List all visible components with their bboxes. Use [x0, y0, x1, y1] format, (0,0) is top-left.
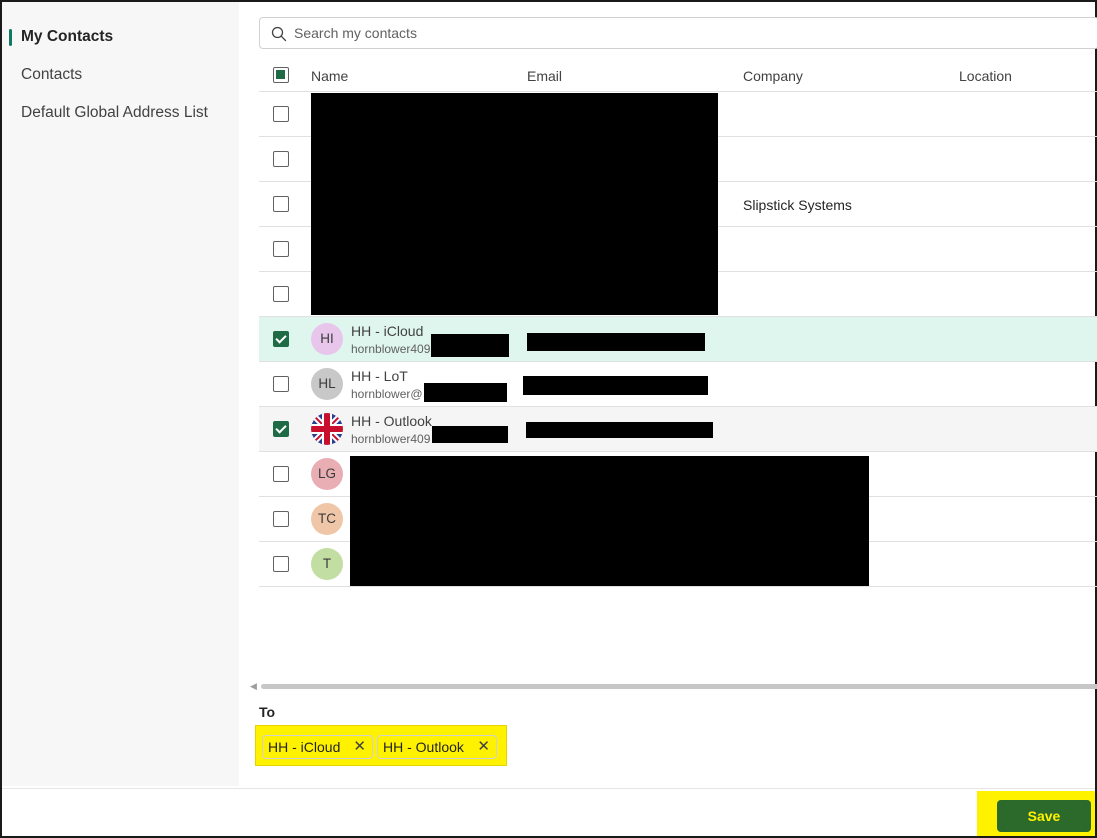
horizontal-scrollbar[interactable]: ◀ — [250, 681, 1097, 691]
avatar: LG — [311, 458, 343, 490]
footer-divider — [2, 788, 1095, 789]
to-label: To — [259, 704, 276, 720]
sidebar: My Contacts Contacts Default Global Addr… — [2, 2, 239, 786]
sidebar-item-my-contacts[interactable]: My Contacts — [2, 22, 239, 52]
remove-recipient-icon[interactable]: ✕ — [477, 736, 490, 758]
remove-recipient-icon[interactable]: ✕ — [353, 736, 366, 758]
row-checkbox[interactable] — [273, 556, 289, 572]
redaction-block — [526, 422, 713, 438]
contact-email: hornblower409 — [351, 432, 431, 446]
redaction-block — [350, 456, 869, 586]
avatar: TC — [311, 503, 343, 535]
company-cell: Slipstick Systems — [743, 197, 852, 213]
sidebar-item-contacts[interactable]: Contacts — [2, 60, 239, 90]
redaction-block — [523, 376, 708, 395]
redaction-block — [311, 93, 718, 315]
avatar — [311, 413, 343, 445]
column-header-email[interactable]: Email — [527, 68, 562, 84]
row-checkbox[interactable] — [273, 151, 289, 167]
column-header-location[interactable]: Location — [959, 68, 1012, 84]
uk-flag-icon — [311, 413, 343, 445]
redaction-block — [527, 333, 705, 351]
contact-name: HH - iCloud — [351, 323, 424, 339]
row-checkbox[interactable] — [273, 466, 289, 482]
recipient-chip[interactable]: HH - iCloud ✕ — [262, 735, 373, 759]
column-header-name[interactable]: Name — [311, 68, 348, 84]
avatar: HI — [311, 323, 343, 355]
select-all-checkbox[interactable] — [273, 67, 289, 83]
table-header: Name Email Company Location — [259, 60, 1097, 92]
row-checkbox[interactable] — [273, 421, 289, 437]
contact-email: hornblower@ — [351, 387, 423, 401]
search-icon — [271, 26, 287, 42]
row-checkbox[interactable] — [273, 511, 289, 527]
recipient-field[interactable]: HH - iCloud ✕ HH - Outlook ✕ — [255, 725, 507, 766]
sidebar-item-global-address-list[interactable]: Default Global Address List — [2, 98, 239, 128]
scroll-left-arrow-icon[interactable]: ◀ — [250, 681, 257, 692]
row-checkbox[interactable] — [273, 376, 289, 392]
contact-name: HH - LoT — [351, 368, 408, 384]
search-box[interactable] — [259, 17, 1097, 49]
recipient-chip-label: HH - iCloud — [268, 739, 341, 755]
row-checkbox[interactable] — [273, 331, 289, 347]
save-button[interactable]: Save — [997, 800, 1091, 832]
recipient-chip[interactable]: HH - Outlook ✕ — [377, 735, 497, 759]
column-header-company[interactable]: Company — [743, 68, 803, 84]
contact-email: hornblower409 — [351, 342, 431, 356]
row-checkbox[interactable] — [273, 241, 289, 257]
redaction-block — [424, 383, 507, 402]
avatar: T — [311, 548, 343, 580]
avatar: HL — [311, 368, 343, 400]
redaction-block — [432, 426, 508, 443]
redaction-block — [431, 334, 509, 357]
row-checkbox[interactable] — [273, 106, 289, 122]
recipient-chip-label: HH - Outlook — [383, 739, 464, 755]
row-checkbox[interactable] — [273, 196, 289, 212]
search-input[interactable] — [294, 22, 1084, 44]
contact-name: HH - Outlook — [351, 413, 432, 429]
row-checkbox[interactable] — [273, 286, 289, 302]
scrollbar-thumb[interactable] — [261, 684, 1097, 689]
